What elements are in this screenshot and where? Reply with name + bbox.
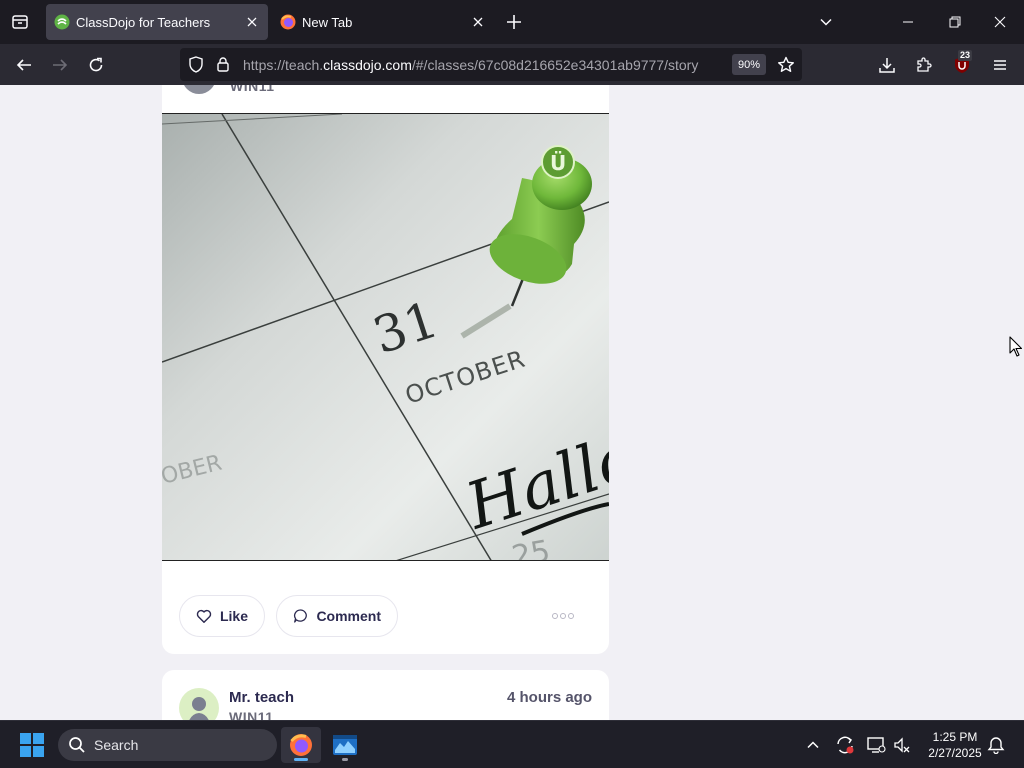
volume-status-icon[interactable] [892,735,912,755]
mouse-cursor-icon [1009,336,1023,357]
forward-button[interactable] [48,53,72,77]
reload-button[interactable] [84,53,108,77]
arrow-right-icon [53,59,68,71]
story-post-card: WIN11 31 OCTOBER OBER Hallo 25 Ü Like Co… [162,85,609,654]
address-bar[interactable]: https://teach.classdojo.com/#/classes/67… [180,48,802,81]
avatar[interactable] [182,85,216,94]
running-app-indicator [342,758,348,761]
tab-list-icon [12,15,28,29]
extension-count-badge: 23 [958,50,973,61]
like-button[interactable]: Like [179,595,265,637]
post-class-name: WIN11 [230,85,275,94]
close-tab-icon[interactable] [470,14,486,30]
tab-list-button[interactable] [8,10,32,34]
tab-title: ClassDojo for Teachers [76,14,211,30]
back-button[interactable] [12,53,36,77]
downloads-button[interactable] [875,53,899,77]
list-all-tabs-button[interactable] [816,12,836,32]
windows-logo-icon [20,733,44,757]
heart-icon [196,609,212,623]
lock-icon[interactable] [216,56,230,72]
chevron-down-icon [820,18,832,26]
firefox-favicon-icon [280,14,296,30]
taskbar-search-box[interactable]: Search [58,729,277,761]
classdojo-favicon-icon [54,14,70,30]
close-window-button[interactable] [990,12,1010,32]
reload-icon [89,57,103,72]
clock-time: 1:25 PM [932,730,978,744]
taskbar-app-button[interactable] [325,727,365,763]
clock-date: 2/27/2025 [928,746,982,760]
restore-button[interactable] [945,12,965,32]
story-post-card: Mr. teach WIN11 4 hours ago [162,670,609,720]
minimize-button[interactable] [898,12,918,32]
post-author-name[interactable]: Mr. teach [229,689,294,706]
zoom-level-badge[interactable]: 90% [732,54,766,75]
tab-classdojo[interactable]: ClassDojo for Teachers [46,4,268,40]
tracking-protection-shield-icon[interactable] [188,56,204,73]
comment-label: Comment [316,608,381,624]
arrow-left-icon [16,59,31,71]
sync-icon [837,736,854,754]
url-prefix: https://teach. [243,57,324,73]
sync-status-icon[interactable] [835,735,855,755]
puzzle-piece-icon [917,57,932,72]
notifications-button[interactable] [986,735,1006,755]
browser-tab-strip: ClassDojo for Teachers New Tab [0,0,1024,44]
pin-logo-glyph: Ü [550,151,566,175]
calendar-halloween-photo: 31 OCTOBER OBER Hallo 25 Ü [162,114,609,560]
bell-icon [987,737,1005,754]
search-icon [69,737,85,753]
close-tab-icon[interactable] [244,14,260,30]
download-icon [879,58,895,73]
display-network-icon [867,737,886,753]
navigation-toolbar: https://teach.classdojo.com/#/classes/67… [0,44,1024,85]
taskbar-clock[interactable]: 1:25 PM 2/27/2025 [920,729,990,761]
windows-taskbar: Search 1:25 PM 2/27/2025 [0,720,1024,768]
close-icon [994,16,1006,28]
firefox-icon [290,734,312,756]
show-hidden-icons-button[interactable] [803,735,823,755]
url-path: /#/classes/67c08d216652e34301ab9777/stor… [411,57,699,73]
restore-icon [949,16,961,28]
speaker-muted-icon [894,737,910,753]
post-timestamp: 4 hours ago [506,689,592,706]
hamburger-menu-icon [994,60,1006,70]
comment-button[interactable]: Comment [276,595,398,637]
url-host: classdojo.com [323,57,412,73]
app-menu-button[interactable] [988,53,1012,77]
taskbar-firefox-button[interactable] [281,727,321,763]
page-viewport: WIN11 31 OCTOBER OBER Hallo 25 Ü Like Co… [0,85,1024,720]
tab-new-tab[interactable]: New Tab [272,4,494,40]
active-app-indicator [294,758,308,761]
avatar[interactable] [179,688,219,720]
post-class-name: WIN11 [229,709,274,720]
more-options-icon[interactable] [552,610,578,622]
plus-icon [507,15,521,29]
person-silhouette-icon [189,697,209,720]
app-window-icon [333,735,357,755]
minimize-icon [903,21,913,23]
chevron-up-icon [807,741,819,749]
tab-title: New Tab [302,14,353,30]
extensions-button[interactable] [912,53,936,77]
start-button[interactable] [20,733,44,757]
network-status-icon[interactable] [866,735,886,755]
new-tab-button[interactable] [504,12,524,32]
like-label: Like [219,608,248,624]
post-photo[interactable]: 31 OCTOBER OBER Hallo 25 Ü [162,113,609,561]
bookmark-star-icon[interactable] [777,56,795,74]
search-placeholder: Search [94,737,139,753]
url-text[interactable]: https://teach.classdojo.com/#/classes/67… [243,57,698,73]
speech-bubble-icon [293,609,307,623]
